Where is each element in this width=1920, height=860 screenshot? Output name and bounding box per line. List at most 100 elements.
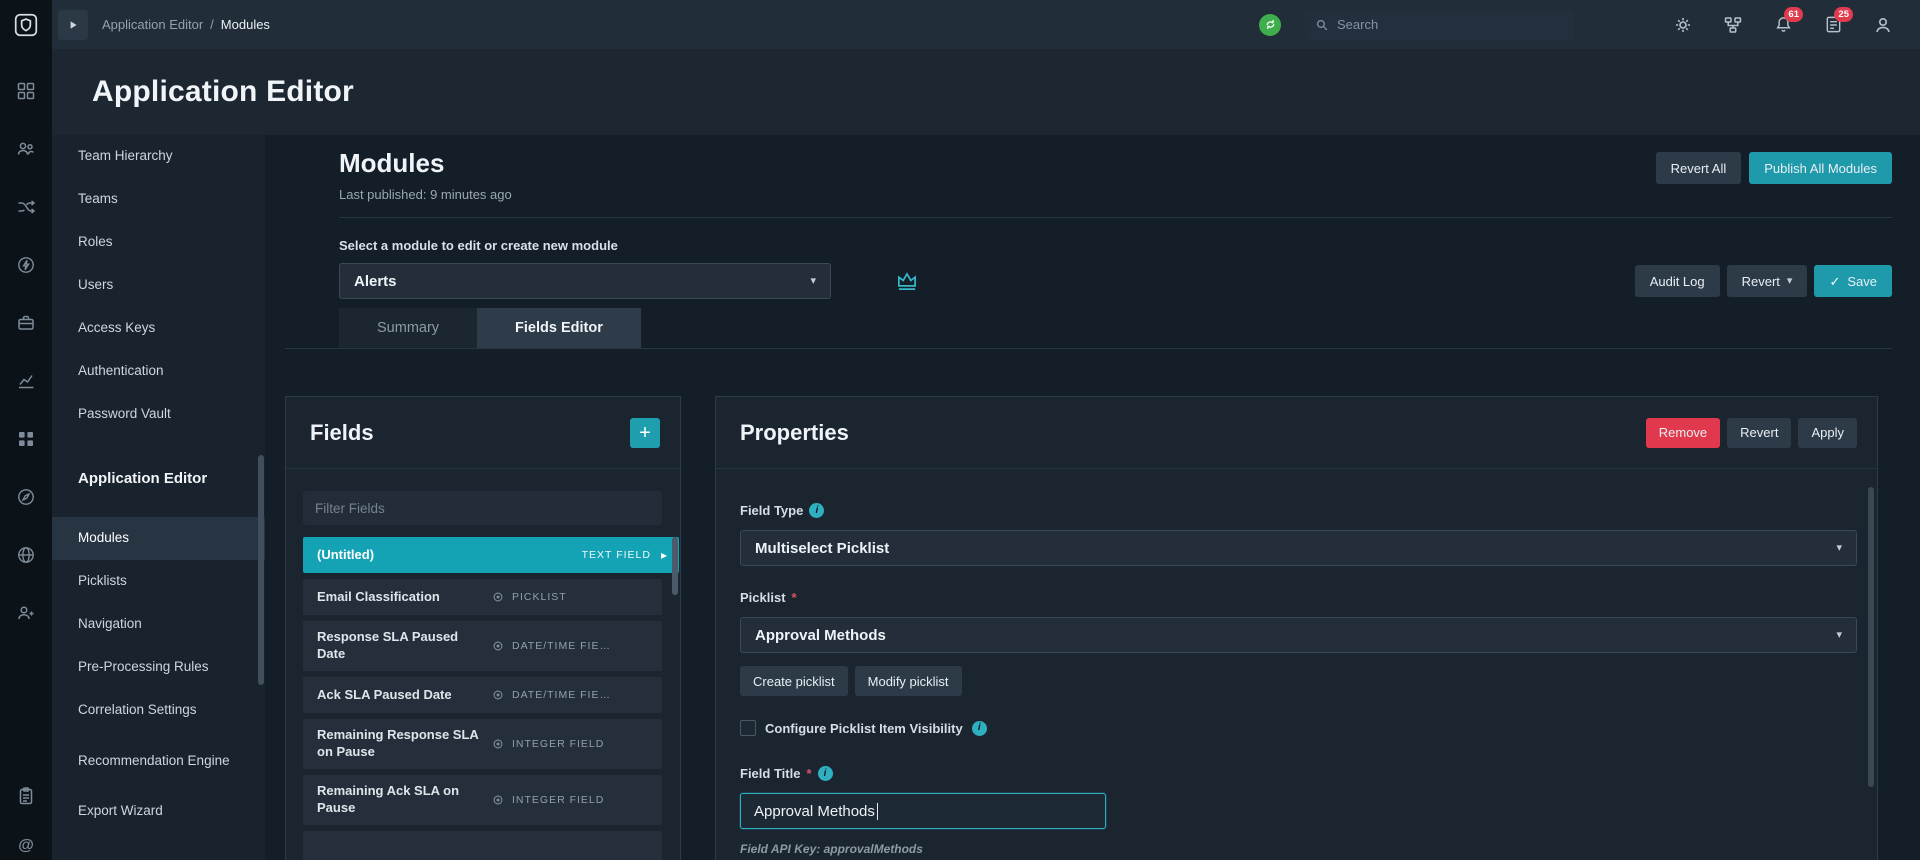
apply-button[interactable]: Apply: [1798, 417, 1857, 448]
sidebar-scrollbar[interactable]: [258, 455, 264, 685]
last-published-text: Last published: 9 minutes ago: [339, 187, 512, 202]
audit-log-button[interactable]: Audit Log: [1634, 265, 1720, 297]
save-button[interactable]: ✓ Save: [1814, 265, 1892, 297]
field-row-ack-sla-paused-date[interactable]: Ack SLA Paused Date DATE/TIME FIE…: [303, 677, 662, 713]
dashboard-icon[interactable]: [16, 81, 36, 101]
user-profile-icon[interactable]: [1872, 14, 1894, 36]
breadcrumb: Application Editor / Modules: [102, 17, 270, 32]
search-box[interactable]: [1305, 9, 1574, 40]
globe-icon[interactable]: [16, 545, 36, 565]
field-type-group: DATE/TIME FIE…: [492, 640, 650, 652]
field-type-dropdown[interactable]: Multiselect Picklist ▾: [740, 530, 1857, 566]
fields-panel-body: (Untitled) TEXT FIELD ▸ Email Classifica…: [286, 469, 680, 860]
properties-scrollbar[interactable]: [1868, 487, 1874, 787]
business-icon[interactable]: [16, 313, 36, 333]
target-icon: [493, 641, 503, 651]
required-asterisk: *: [791, 590, 797, 605]
tab-fields-editor[interactable]: Fields Editor: [477, 308, 641, 348]
breadcrumb-parent[interactable]: Application Editor: [102, 17, 203, 32]
modules-title: Modules: [339, 148, 445, 178]
info-icon[interactable]: i: [971, 720, 987, 736]
field-name: Remaining Response SLA on Pause: [317, 727, 479, 759]
settings-gear-icon[interactable]: [1672, 14, 1694, 36]
module-icon: [893, 267, 921, 295]
field-type-label: DATE/TIME FIE…: [512, 640, 611, 652]
field-row-untitled[interactable]: (Untitled) TEXT FIELD ▸: [303, 537, 679, 573]
sidebar-item-navigation[interactable]: Navigation: [52, 603, 265, 646]
app-logo[interactable]: [0, 0, 52, 49]
sidebar-item-access-keys[interactable]: Access Keys: [52, 307, 265, 350]
sidebar-item-authentication[interactable]: Authentication: [52, 350, 265, 393]
chevron-down-icon: ▾: [1786, 274, 1793, 287]
breadcrumb-current: Modules: [220, 17, 270, 32]
sidebar-item-teams[interactable]: Teams: [52, 178, 265, 221]
sidebar-item-picklists[interactable]: Picklists: [52, 560, 265, 603]
field-row-remaining-ack-sla[interactable]: Remaining Ack SLA on Pause INTEGER FIELD: [303, 775, 662, 825]
notifications-bell-icon[interactable]: 61: [1772, 6, 1803, 36]
field-name: Remaining Ack SLA on Pause: [317, 783, 460, 815]
search-icon: [1316, 19, 1328, 30]
visibility-checkbox-row: Configure Picklist Item Visibility i: [740, 720, 1857, 736]
add-field-button[interactable]: +: [630, 417, 660, 448]
widgets-icon[interactable]: [16, 429, 36, 449]
pending-approvals-icon[interactable]: 25: [1822, 6, 1853, 36]
sidebar-item-pre-processing-rules[interactable]: Pre-Processing Rules: [52, 646, 265, 689]
info-icon[interactable]: i: [817, 766, 833, 781]
sidebar-item-roles[interactable]: Roles: [52, 221, 265, 264]
tab-summary[interactable]: Summary: [339, 308, 478, 348]
info-icon[interactable]: i: [809, 503, 825, 518]
modules-header: Modules Last published: 9 minutes ago Re…: [339, 148, 1892, 202]
support-at-icon[interactable]: @: [16, 836, 36, 856]
fields-scrollbar[interactable]: [672, 537, 678, 595]
picklist-dropdown[interactable]: Approval Methods ▾: [740, 617, 1857, 653]
main-content: Modules Last published: 9 minutes ago Re…: [265, 135, 1920, 860]
search-input[interactable]: [1337, 17, 1564, 32]
field-row-remaining-response-sla[interactable]: Remaining Response SLA on Pause INTEGER …: [303, 719, 662, 769]
revert-button[interactable]: Revert ▾: [1726, 265, 1808, 297]
picklist-label-row: Picklist *: [740, 590, 1857, 605]
automation-icon[interactable]: [16, 255, 36, 275]
sidebar-item-users[interactable]: Users: [52, 264, 265, 307]
field-row-response-sla-paused-date[interactable]: Response SLA Paused Date DATE/TIME FIE…: [303, 621, 662, 671]
module-select-label: Select a module to edit or create new mo…: [339, 238, 618, 253]
field-type-label: INTEGER FIELD: [512, 738, 605, 750]
field-type-label: TEXT FIELD: [581, 549, 651, 561]
sidebar-item-correlation-settings[interactable]: Correlation Settings: [52, 689, 265, 732]
sidebar-toggle-button[interactable]: [58, 9, 88, 40]
reports-icon[interactable]: [16, 371, 36, 391]
create-picklist-button[interactable]: Create picklist: [740, 666, 848, 696]
picklist-buttons-row: Create picklist Modify picklist: [740, 666, 1857, 696]
filter-fields-input[interactable]: [303, 491, 662, 525]
sidebar-item-export-wizard[interactable]: Export Wizard: [52, 790, 265, 833]
sidebar-item-team-hierarchy[interactable]: Team Hierarchy: [52, 135, 265, 178]
sidebar-item-password-vault[interactable]: Password Vault: [52, 393, 265, 436]
visibility-checkbox[interactable]: [740, 720, 756, 736]
field-name: (Untitled): [317, 546, 375, 562]
field-type-label: INTEGER FIELD: [512, 794, 605, 806]
compass-icon[interactable]: [16, 487, 36, 507]
field-row-partial[interactable]: [303, 831, 662, 860]
field-title-input[interactable]: Approval Methods: [740, 793, 1106, 829]
sidebar-item-modules[interactable]: Modules: [52, 517, 265, 560]
field-row-email-classification[interactable]: Email Classification PICKLIST: [303, 579, 662, 615]
field-title-label: Field Title: [740, 766, 801, 781]
remove-button[interactable]: Remove: [1645, 417, 1721, 448]
modify-picklist-button[interactable]: Modify picklist: [854, 666, 962, 696]
health-status-icon[interactable]: [1259, 13, 1281, 36]
teams-icon[interactable]: [16, 139, 36, 159]
target-icon: [493, 739, 503, 749]
field-type-label: Field Type: [740, 503, 804, 518]
connectors-icon[interactable]: [16, 197, 36, 217]
application-editor-app: @ Application Editor / Modules Search 61…: [0, 0, 1920, 860]
publish-all-modules-button[interactable]: Publish All Modules: [1749, 152, 1892, 184]
save-button-label: Save: [1847, 273, 1877, 289]
sidebar-item-recommendation-engine[interactable]: Recommendation Engine: [52, 732, 265, 790]
org-switcher-icon[interactable]: [1722, 14, 1744, 36]
tasks-clipboard-icon[interactable]: [16, 786, 36, 806]
sidebar: Team Hierarchy Teams Roles Users Access …: [52, 135, 265, 860]
module-select-dropdown[interactable]: Alerts ▾: [339, 263, 831, 299]
revert-all-button[interactable]: Revert All: [1655, 152, 1742, 184]
user-management-icon[interactable]: [16, 603, 36, 623]
topbar-right-group: 61 25: [1259, 6, 1894, 40]
revert-field-button[interactable]: Revert: [1727, 417, 1792, 448]
